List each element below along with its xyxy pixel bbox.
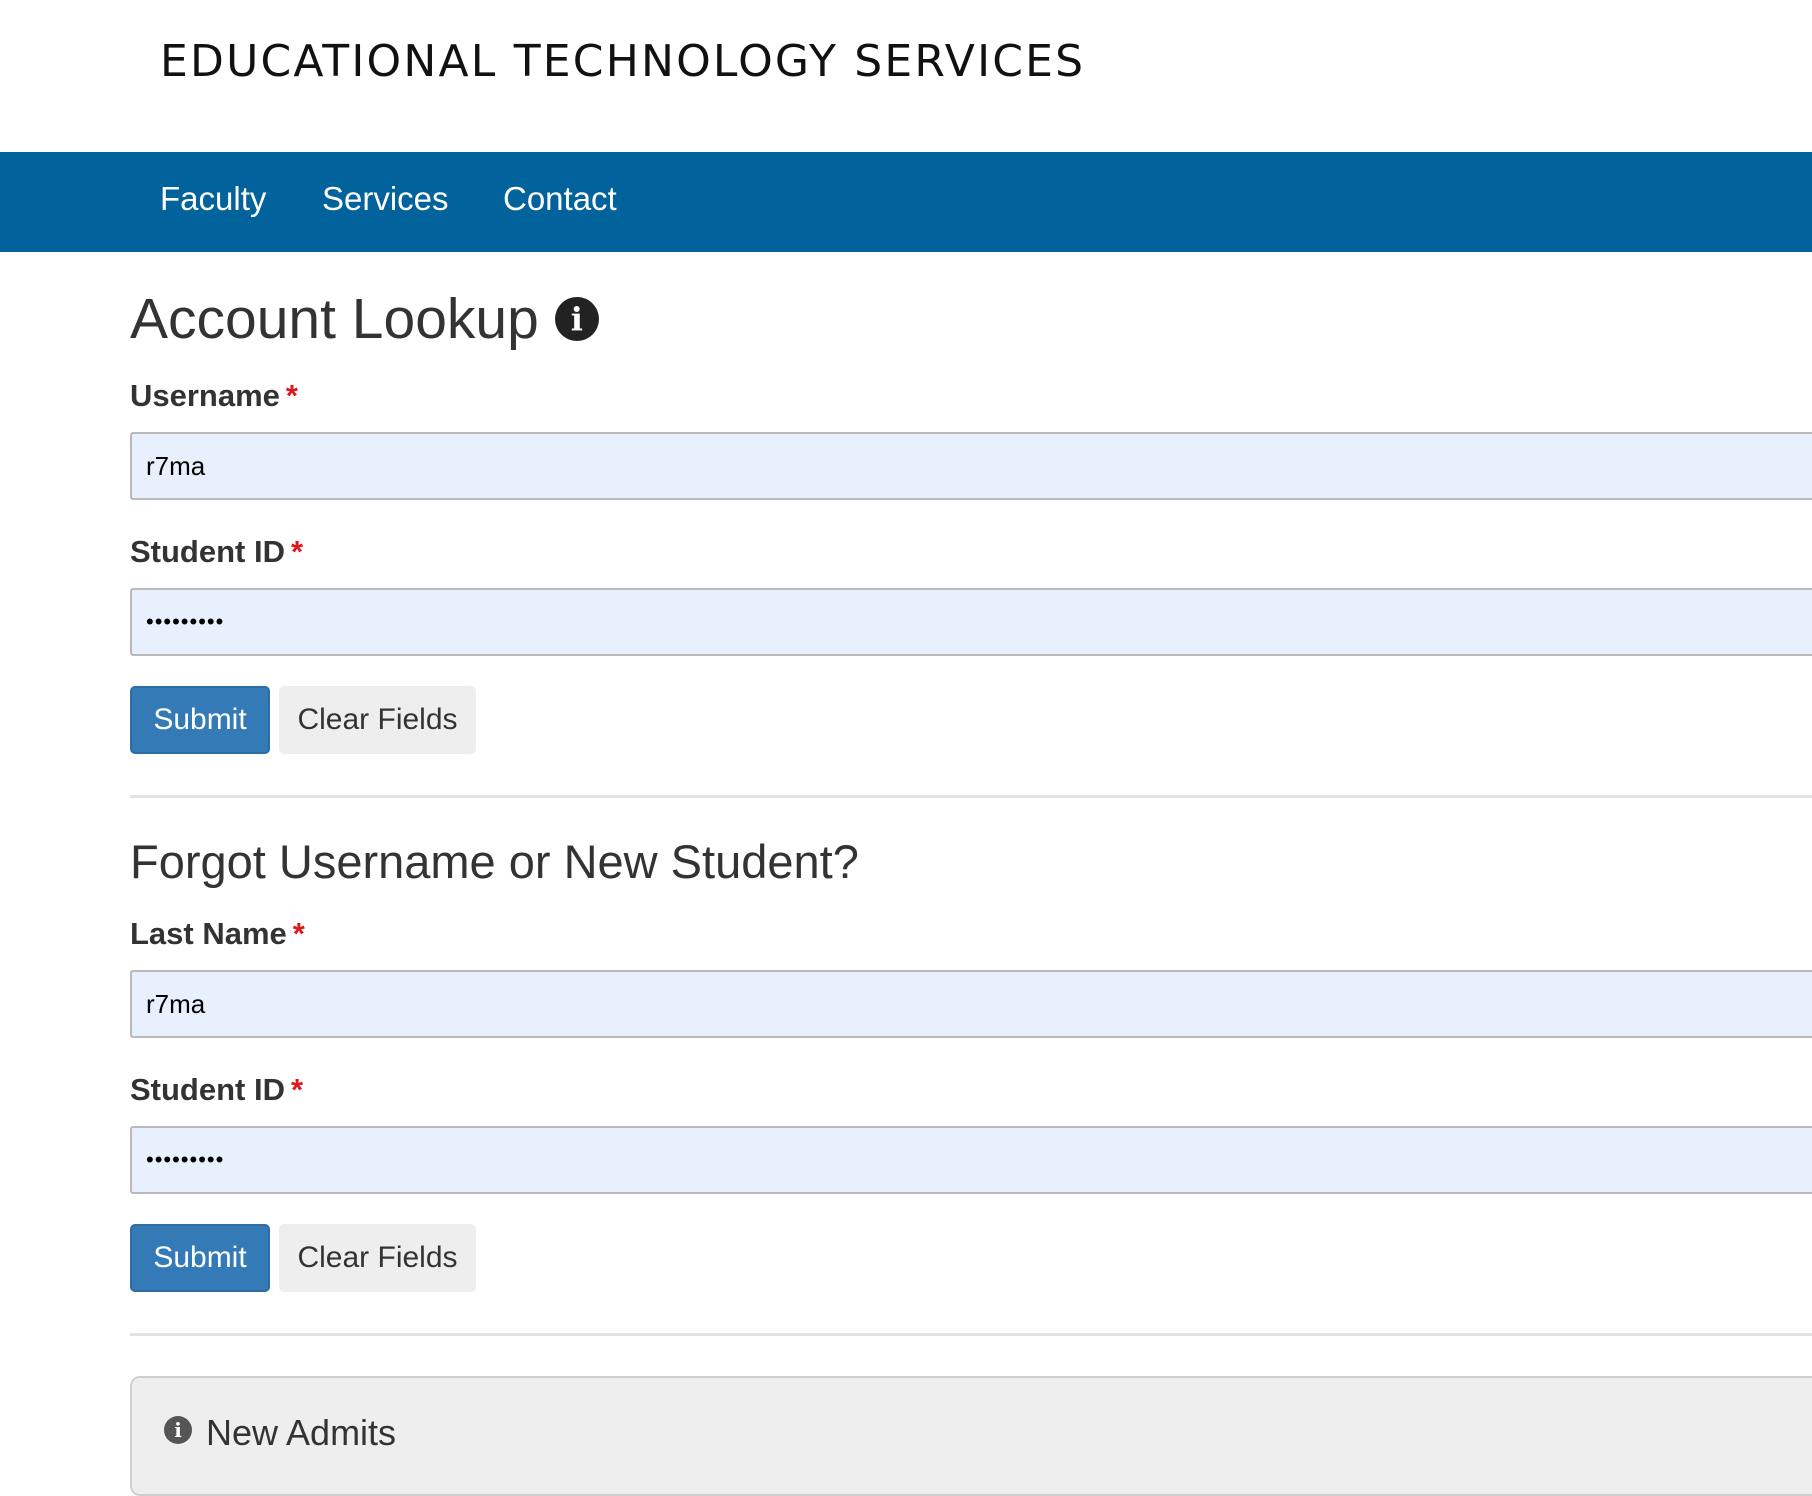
site-title: EDUCATIONAL TECHNOLOGY SERVICES — [160, 36, 1086, 87]
info-circle-icon: i — [164, 1416, 192, 1444]
forgot-username-title: Forgot Username or New Student? — [130, 835, 859, 888]
nav-item-faculty[interactable]: Faculty — [160, 180, 266, 218]
required-asterisk: * — [291, 1072, 304, 1107]
username-label-text: Username — [130, 378, 280, 413]
required-asterisk: * — [292, 916, 305, 951]
forgot-submit-button[interactable]: Submit — [130, 1224, 270, 1292]
student-id-label: Student ID * — [130, 534, 303, 570]
new-admits-panel: i New Admits — [130, 1376, 1812, 1496]
new-admits-title: New Admits — [206, 1412, 397, 1453]
account-lookup-title: Account Lookup — [130, 287, 539, 351]
username-label: Username * — [130, 378, 298, 414]
username-input[interactable] — [130, 432, 1812, 500]
section-divider — [130, 795, 1812, 798]
student-id-input[interactable] — [130, 588, 1812, 656]
nav-item-services[interactable]: Services — [322, 180, 449, 218]
page-title: Account Lookup i — [130, 286, 599, 352]
required-asterisk: * — [291, 534, 304, 569]
info-circle-icon[interactable]: i — [554, 297, 599, 341]
clear-fields-button[interactable]: Clear Fields — [279, 686, 476, 754]
forgot-student-id-input[interactable] — [130, 1126, 1812, 1194]
submit-button[interactable]: Submit — [130, 686, 270, 754]
last-name-label: Last Name * — [130, 916, 305, 952]
forgot-student-id-label: Student ID * — [130, 1072, 303, 1108]
site-header: EDUCATIONAL TECHNOLOGY SERVICES — [0, 0, 1812, 152]
main-navbar: Faculty Services Contact — [0, 152, 1812, 252]
last-name-input[interactable] — [130, 970, 1812, 1038]
forgot-clear-fields-button[interactable]: Clear Fields — [279, 1224, 476, 1292]
last-name-label-text: Last Name — [130, 916, 287, 951]
student-id-label-text: Student ID — [130, 534, 285, 569]
section-divider — [130, 1333, 1812, 1336]
nav-item-contact[interactable]: Contact — [503, 180, 617, 218]
forgot-student-id-label-text: Student ID — [130, 1072, 285, 1107]
required-asterisk: * — [285, 378, 298, 413]
